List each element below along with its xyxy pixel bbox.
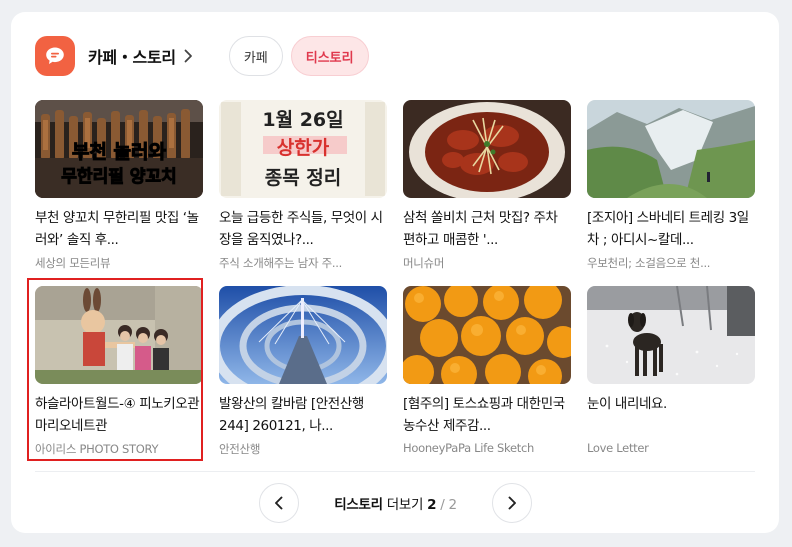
item-source[interactable]: 안전산행 bbox=[219, 441, 387, 457]
item-source[interactable]: 우보천리; 소걸음으로 천... bbox=[587, 255, 755, 271]
pagination-status[interactable]: 티스토리 더보기 2 / 2 bbox=[299, 493, 492, 513]
story-grid: 부천 놀러와 무한리필 양꼬치 부천 양꼬치 무한리필 맛집 ‘놀러와’ 솔직 … bbox=[27, 100, 755, 472]
thumbnail-skywalk[interactable] bbox=[219, 286, 387, 384]
item-title[interactable]: 하슬라아트월드-④ 피노키오관 마리오네트관 bbox=[35, 393, 203, 437]
list-item[interactable]: 눈이 내리네요. Love Letter bbox=[587, 286, 755, 472]
thumbnail-mountain-glacier[interactable] bbox=[587, 100, 755, 198]
page-separator: / bbox=[440, 497, 445, 513]
item-source[interactable]: Love Letter bbox=[587, 441, 755, 455]
list-item[interactable]: 삼척 쏠비치 근처 맛집? 주차 편하고 매콤한 '... 머니슈머 bbox=[403, 100, 571, 286]
thumbnail-stock-summary[interactable]: 1월 26일 상한가 종목 정리 bbox=[219, 100, 387, 198]
pager-label: 티스토리 bbox=[334, 497, 383, 513]
thumb-caption-line1: 부천 놀러와 bbox=[72, 141, 167, 163]
list-item[interactable]: 발왕산의 칼바람 [안전산행 244] 260121, 나... 안전산행 bbox=[219, 286, 387, 472]
thumb-caption-line3: 종목 정리 bbox=[265, 167, 342, 189]
list-item[interactable]: [혐주의] 토스쇼핑과 대한민국농수산 제주감... HooneyPaPa Li… bbox=[403, 286, 571, 472]
item-title[interactable]: [혐주의] 토스쇼핑과 대한민국농수산 제주감... bbox=[403, 393, 571, 437]
chevron-right-icon bbox=[508, 496, 516, 510]
list-item[interactable]: 1월 26일 상한가 종목 정리 오늘 급등한 주식들, 무엇이 시장을 움직였… bbox=[219, 100, 387, 286]
item-source[interactable]: HooneyPaPa Life Sketch bbox=[403, 441, 571, 455]
item-title[interactable]: 오늘 급등한 주식들, 무엇이 시장을 움직였나?... bbox=[219, 207, 387, 251]
list-item[interactable]: 부천 놀러와 무한리필 양꼬치 부천 양꼬치 무한리필 맛집 ‘놀러와’ 솔직 … bbox=[35, 100, 203, 286]
item-source[interactable]: 아이리스 PHOTO STORY bbox=[35, 441, 203, 457]
thumbnail-skewers[interactable]: 부천 놀러와 무한리필 양꼬치 bbox=[35, 100, 203, 198]
item-title[interactable]: 삼척 쏠비치 근처 맛집? 주차 편하고 매콤한 '... bbox=[403, 207, 571, 251]
list-item[interactable]: 하슬라아트월드-④ 피노키오관 마리오네트관 아이리스 PHOTO STORY bbox=[27, 278, 203, 472]
thumbnail-tangerines[interactable] bbox=[403, 286, 571, 384]
item-title[interactable]: 발왕산의 칼바람 [안전산행 244] 260121, 나... bbox=[219, 393, 387, 437]
list-item[interactable]: [조지아] 스바네티 트레킹 3일차 ; 아디시~칼데... 우보천리; 소걸음… bbox=[587, 100, 755, 286]
item-source[interactable]: 세상의 모든리뷰 bbox=[35, 255, 203, 271]
thumb-caption-line1: 1월 26일 bbox=[262, 109, 343, 131]
item-title[interactable]: [조지아] 스바네티 트레킹 3일차 ; 아디시~칼데... bbox=[587, 207, 755, 251]
thumbnail-dog-in-snow[interactable] bbox=[587, 286, 755, 384]
thumbnail-pinocchio-museum[interactable] bbox=[35, 286, 203, 384]
chevron-right-icon[interactable] bbox=[181, 49, 195, 63]
item-source[interactable]: 주식 소개해주는 남자 주... bbox=[219, 255, 387, 271]
tab-cafe[interactable]: 카페 bbox=[228, 36, 283, 76]
source-tabs: 카페 티스토리 bbox=[228, 36, 369, 76]
thumb-caption-line2: 무한리필 양꼬치 bbox=[61, 167, 176, 187]
total-pages: 2 bbox=[448, 497, 457, 513]
item-title[interactable]: 부천 양꼬치 무한리필 맛집 ‘놀러와’ 솔직 후... bbox=[35, 207, 203, 251]
item-title[interactable]: 눈이 내리네요. bbox=[587, 393, 755, 437]
divider bbox=[35, 471, 755, 472]
current-page: 2 bbox=[427, 497, 437, 513]
previous-page-button[interactable] bbox=[259, 483, 299, 523]
item-source[interactable]: 머니슈머 bbox=[403, 255, 571, 271]
pager-more: 더보기 bbox=[386, 497, 424, 513]
chat-bubble-icon bbox=[35, 36, 75, 76]
section-header: 카페・스토리 카페 티스토리 bbox=[35, 36, 369, 76]
thumbnail-spicy-dish[interactable] bbox=[403, 100, 571, 198]
chevron-left-icon bbox=[275, 496, 283, 510]
thumb-caption-line2: 상한가 bbox=[277, 137, 330, 159]
tab-tistory[interactable]: 티스토리 bbox=[290, 36, 369, 76]
next-page-button[interactable] bbox=[492, 483, 532, 523]
section-title-link[interactable]: 카페・스토리 bbox=[88, 44, 176, 68]
tistory-story-card: 카페・스토리 카페 티스토리 부천 놀러와 무한리필 양꼬치 부천 양꼬치 무한… bbox=[11, 12, 779, 533]
pagination: 티스토리 더보기 2 / 2 bbox=[259, 483, 532, 523]
